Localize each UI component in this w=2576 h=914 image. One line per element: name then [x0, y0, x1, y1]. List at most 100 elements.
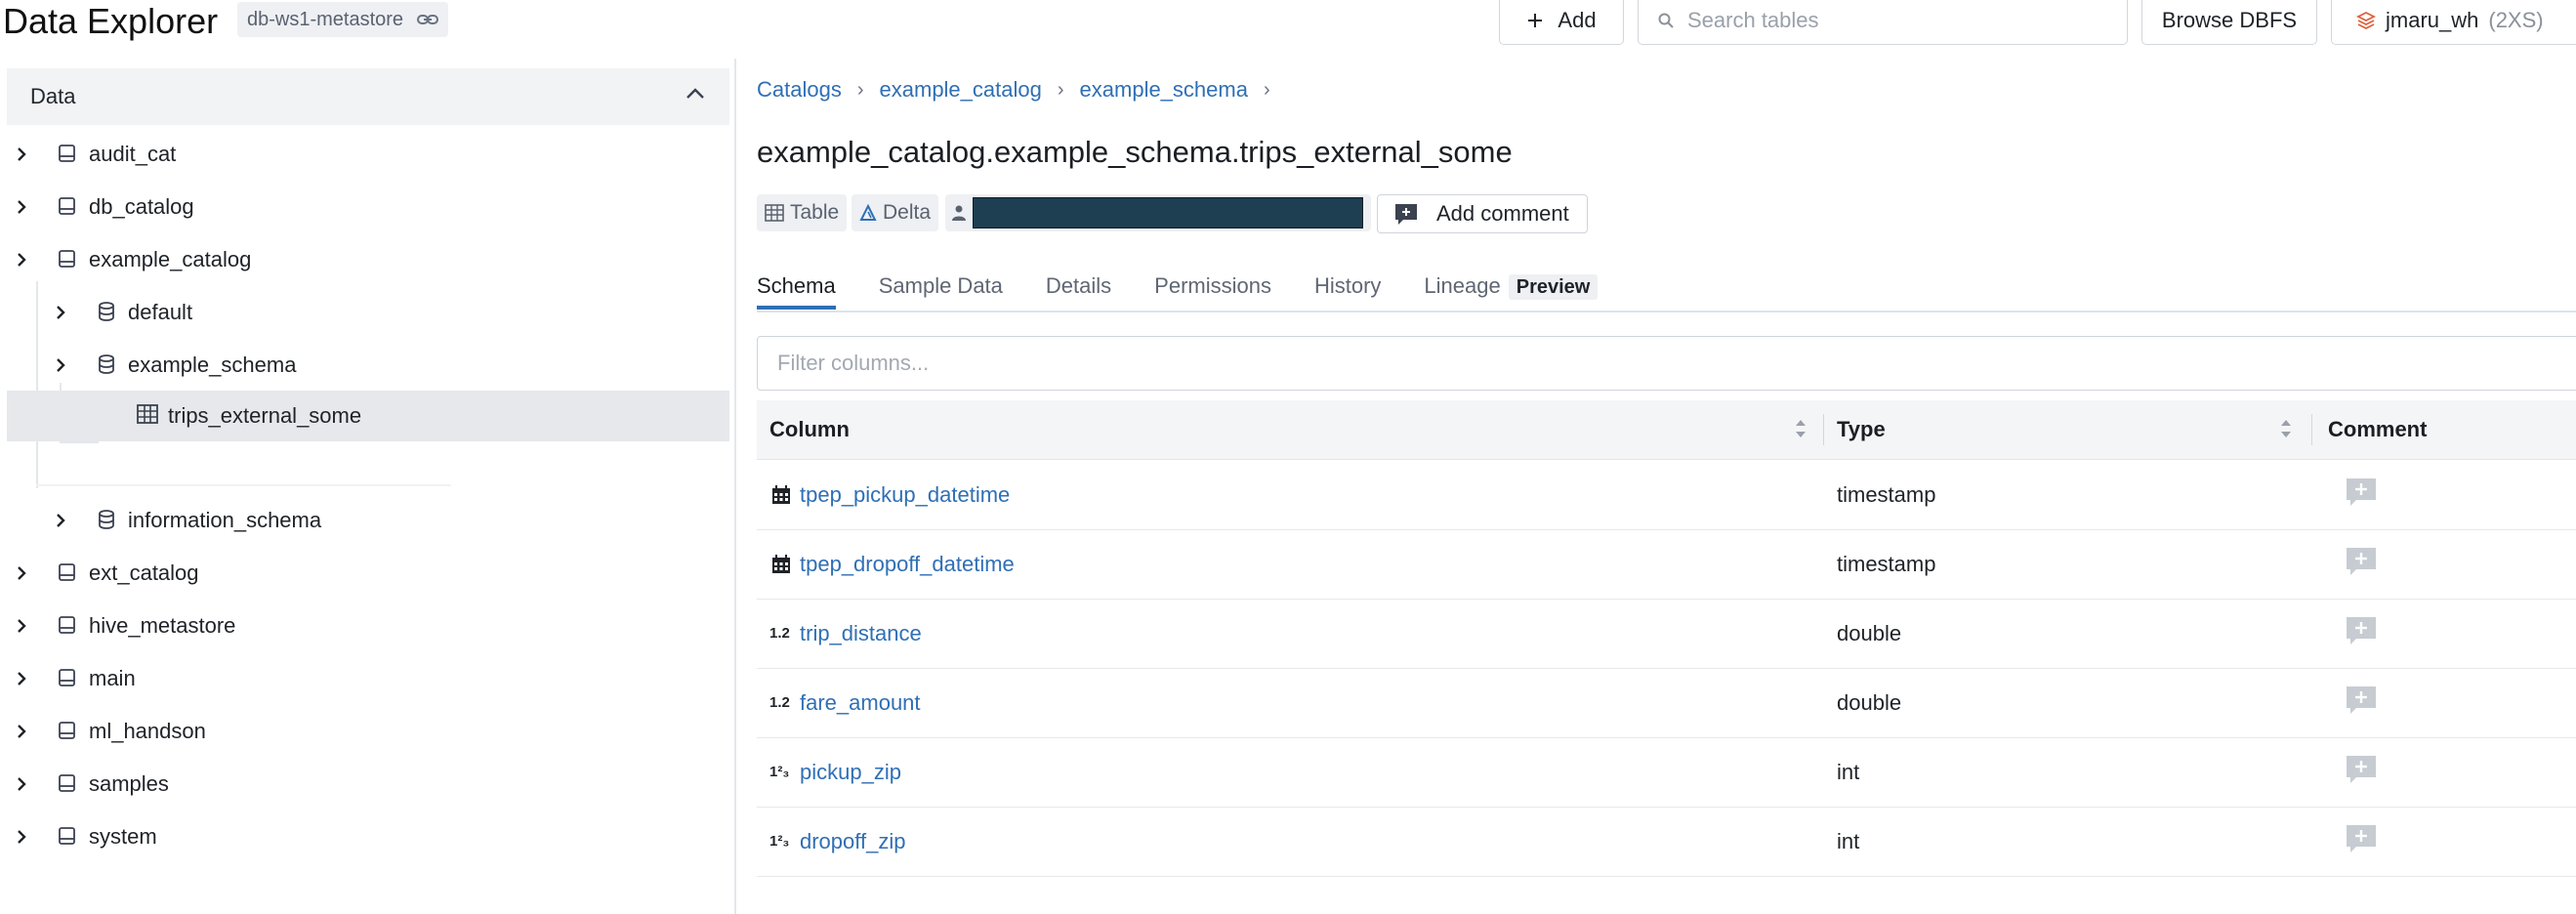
- add-comment-icon[interactable]: [2345, 546, 2378, 577]
- column-separator: [2311, 414, 2312, 445]
- filter-columns-input[interactable]: [757, 336, 2576, 391]
- plus-icon: [1526, 12, 1544, 29]
- warehouse-size: (2XS): [2488, 7, 2544, 32]
- chevron-right-icon[interactable]: [17, 146, 26, 162]
- catalog-icon: [58, 773, 77, 793]
- chevron-right-icon[interactable]: [56, 513, 65, 528]
- chevron-right-icon: ›: [1057, 78, 1064, 101]
- add-button[interactable]: Add: [1499, 0, 1624, 45]
- link-icon[interactable]: [417, 13, 439, 26]
- chevron-right-icon[interactable]: [17, 829, 26, 845]
- column-type: timestamp: [1837, 482, 1936, 507]
- column-name-link[interactable]: pickup_zip: [800, 760, 901, 785]
- table-row: 1²₃ dropoff_zip int: [757, 808, 2576, 877]
- tab-sample-data[interactable]: Sample Data: [879, 266, 1003, 309]
- decimal-icon: 1.2: [769, 625, 790, 642]
- tab-lineage[interactable]: Lineage Preview: [1424, 266, 1599, 309]
- tree-item-ext-catalog[interactable]: ext_catalog: [7, 548, 729, 599]
- search-tables-input[interactable]: Search tables: [1638, 0, 2128, 45]
- catalog-icon: [58, 144, 77, 163]
- column-name-link[interactable]: tpep_pickup_datetime: [800, 482, 1010, 508]
- add-comment-button[interactable]: Add comment: [1377, 194, 1588, 233]
- tree-guide-line: [36, 484, 451, 486]
- column-name-link[interactable]: tpep_dropoff_datetime: [800, 552, 1015, 577]
- column-name-link[interactable]: trip_distance: [800, 621, 922, 646]
- chevron-right-icon[interactable]: [17, 724, 26, 739]
- tree-item-samples[interactable]: samples: [7, 759, 729, 810]
- tree-item-label: system: [89, 824, 157, 849]
- tree-item-label: ml_handson: [89, 719, 206, 743]
- column-header-column[interactable]: Column: [769, 417, 850, 442]
- column-name-link[interactable]: dropoff_zip: [800, 829, 905, 854]
- tree-item-information-schema[interactable]: information_schema: [7, 495, 729, 546]
- breadcrumb-catalogs[interactable]: Catalogs: [757, 77, 842, 103]
- chevron-right-icon[interactable]: [17, 618, 26, 634]
- search-placeholder: Search tables: [1687, 7, 1819, 32]
- add-comment-icon[interactable]: [2345, 823, 2378, 854]
- chevron-right-icon[interactable]: [17, 776, 26, 792]
- add-comment-icon[interactable]: [2345, 685, 2378, 716]
- decimal-icon: 1.2: [769, 694, 790, 711]
- chevron-right-icon[interactable]: [56, 357, 65, 373]
- sort-icon[interactable]: [1795, 414, 1807, 443]
- breadcrumb-schema[interactable]: example_schema: [1080, 77, 1248, 103]
- catalog-icon: [58, 721, 77, 740]
- tree-item-default[interactable]: default: [7, 287, 729, 338]
- breadcrumb: Catalogs › example_catalog › example_sch…: [757, 77, 1270, 103]
- table-header: Column Type Comment: [757, 400, 2576, 460]
- add-comment-icon[interactable]: [2345, 754, 2378, 785]
- warehouse-selector[interactable]: jmaru_wh (2XS): [2331, 0, 2576, 45]
- calendar-icon: [771, 555, 791, 574]
- data-panel-title: Data: [30, 84, 76, 108]
- add-comment-icon[interactable]: [2345, 477, 2378, 508]
- tab-permissions[interactable]: Permissions: [1154, 266, 1271, 309]
- tree-item-example-schema[interactable]: example_schema: [7, 340, 729, 391]
- tab-schema[interactable]: Schema: [757, 266, 836, 310]
- tree-item-label: ext_catalog: [89, 561, 199, 585]
- catalog-icon: [58, 249, 77, 269]
- tab-details[interactable]: Details: [1046, 266, 1111, 309]
- chevron-right-icon[interactable]: [17, 671, 26, 686]
- tree-item-trips-external-some[interactable]: trips_external_some: [7, 391, 729, 441]
- sort-icon[interactable]: [2280, 414, 2292, 443]
- owner-tag[interactable]: [945, 194, 1371, 231]
- tab-history[interactable]: History: [1314, 266, 1381, 309]
- chevron-right-icon[interactable]: [17, 252, 26, 268]
- chevron-up-icon[interactable]: [685, 86, 706, 100]
- preview-badge: Preview: [1508, 274, 1599, 300]
- tree-item-db-catalog[interactable]: db_catalog: [7, 182, 729, 232]
- tree-item-hive-metastore[interactable]: hive_metastore: [7, 601, 729, 651]
- add-comment-icon[interactable]: [2345, 615, 2378, 646]
- workspace-name: db-ws1-metastore: [247, 8, 404, 30]
- tree-item-example-catalog[interactable]: example_catalog: [7, 234, 729, 285]
- tree-item-label: example_catalog: [89, 247, 252, 271]
- app-title: Data Explorer: [3, 1, 219, 41]
- chevron-right-icon[interactable]: [17, 199, 26, 215]
- tree-item-label: default: [128, 300, 193, 324]
- delta-icon: [859, 204, 877, 222]
- catalog-icon: [58, 826, 77, 846]
- chevron-right-icon[interactable]: [56, 305, 65, 320]
- tree-item-label: trips_external_some: [168, 403, 362, 428]
- browse-dbfs-button[interactable]: Browse DBFS: [2141, 0, 2317, 45]
- data-panel-header[interactable]: Data: [7, 68, 729, 125]
- tab-divider: [757, 311, 2576, 312]
- tree-item-main[interactable]: main: [7, 653, 729, 704]
- column-header-type[interactable]: Type: [1837, 417, 1886, 442]
- table-row: tpep_dropoff_datetime timestamp: [757, 530, 2576, 600]
- column-name-link[interactable]: fare_amount: [800, 690, 921, 716]
- column-type: timestamp: [1837, 552, 1936, 576]
- table-type-label: Table: [790, 201, 840, 224]
- chevron-right-icon[interactable]: [17, 565, 26, 581]
- format-tag: Delta: [852, 194, 939, 231]
- user-icon: [951, 204, 967, 222]
- breadcrumb-catalog[interactable]: example_catalog: [880, 77, 1042, 103]
- column-type: double: [1837, 690, 1902, 715]
- tree-item-ml-handson[interactable]: ml_handson: [7, 706, 729, 757]
- tree-item-system[interactable]: system: [7, 811, 729, 862]
- tree-item-audit-cat[interactable]: audit_cat: [7, 129, 729, 180]
- catalog-icon: [58, 196, 77, 216]
- tree-item-label: db_catalog: [89, 194, 194, 219]
- table-icon: [765, 204, 784, 222]
- schema-icon: [98, 302, 115, 321]
